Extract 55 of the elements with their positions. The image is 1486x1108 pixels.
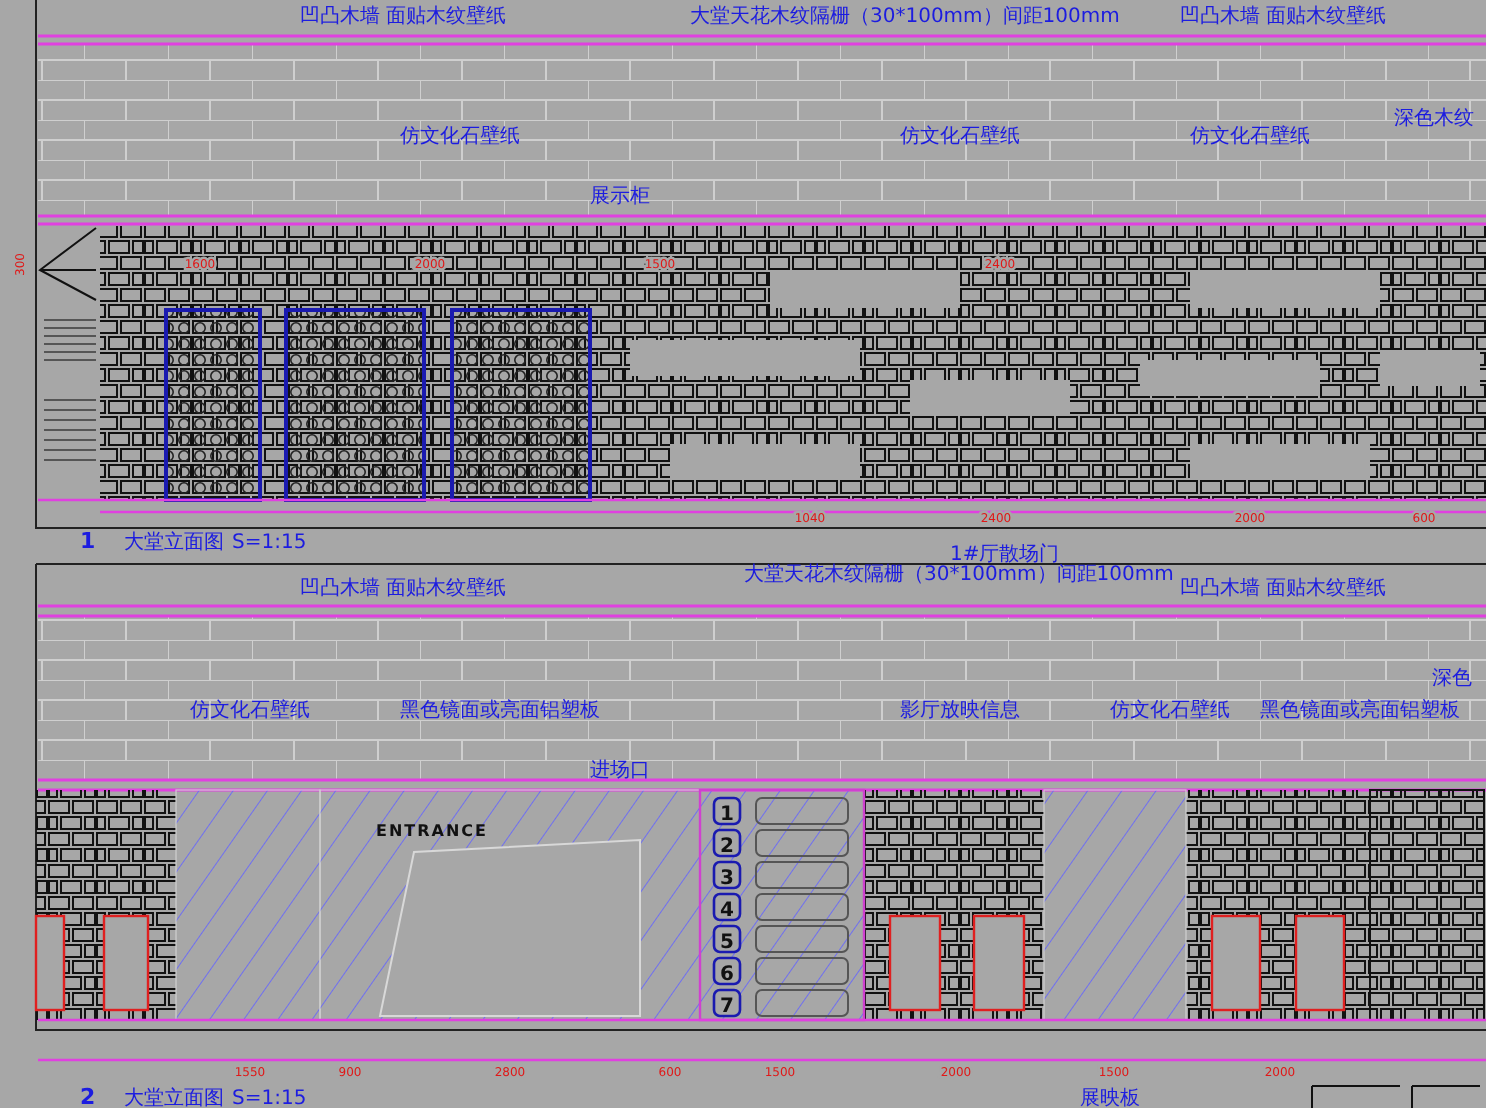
drawing-number: 2: [80, 1084, 96, 1108]
door-outline: [34, 914, 66, 1012]
door-outline: [1294, 914, 1346, 1012]
callout-label: 大堂天花木纹隔栅（30*100mm）间距100mm: [744, 564, 1174, 586]
door-outline: [102, 914, 150, 1012]
info-slot: [755, 957, 849, 985]
screen-number: 3: [720, 868, 734, 890]
callout-label: 影厅放映信息: [900, 700, 1020, 722]
screen-number-badge: [712, 860, 742, 890]
callout-label: 展映板: [1080, 1088, 1140, 1108]
info-slot: [755, 893, 849, 921]
callout-label: 黑色镜面或亮面铝塑板: [1260, 700, 1460, 722]
info-slot: [755, 829, 849, 857]
drawing-title: 大堂立面图: [124, 532, 224, 554]
screen-number-badge: [712, 892, 742, 922]
scale-text: S=1:15: [232, 1088, 307, 1108]
door-outline: [888, 914, 942, 1012]
callout-label: 黑色镜面或亮面铝塑板: [400, 700, 600, 722]
callout-label: 深色木纹: [1394, 108, 1474, 130]
door-sign-label: 1#厅散场门: [950, 544, 1060, 566]
drawing-title: 大堂立面图: [124, 1088, 224, 1108]
screen-number: 4: [720, 900, 734, 922]
screen-number-badge: [712, 956, 742, 986]
callout-label: 凹凸木墙 面贴木纹壁纸: [300, 6, 507, 28]
callout-label: 展示柜: [590, 186, 650, 208]
callout-label: 仿文化石壁纸: [1110, 700, 1230, 722]
drawing-number: 1: [80, 528, 96, 554]
info-slot: [755, 797, 849, 825]
callout-label: 凹凸木墙 面贴木纹壁纸: [300, 578, 507, 600]
callout-label: 仿文化石壁纸: [900, 126, 1020, 148]
blank-panel: [1380, 350, 1480, 386]
scale-text: S=1:15: [232, 532, 307, 554]
callout-label: 深色: [1432, 668, 1472, 690]
info-slot: [755, 925, 849, 953]
callout-label: 凹凸木墙 面贴木纹壁纸: [1180, 6, 1387, 28]
screen-number-badge: [712, 924, 742, 954]
callout-label: 大堂天花木纹隔栅（30*100mm）间距100mm: [690, 6, 1120, 28]
screen-number: 2: [720, 836, 734, 858]
callout-label: 凹凸木墙 面贴木纹壁纸: [1180, 578, 1387, 600]
entrance-label: ENTRANCE: [376, 822, 488, 840]
callout-label: 进场口: [590, 760, 650, 782]
callout-label: 仿文化石壁纸: [190, 700, 310, 722]
door-outline: [972, 914, 1026, 1012]
callout-label: 仿文化石壁纸: [400, 126, 520, 148]
info-slot: [755, 861, 849, 889]
callout-label: 仿文化石壁纸: [1190, 126, 1310, 148]
info-slot: [755, 989, 849, 1017]
screen-number: 1: [720, 804, 734, 826]
screen-number: 6: [720, 964, 734, 986]
screen-number-badge: [712, 988, 742, 1018]
screen-number: 7: [720, 996, 734, 1018]
screen-number-badge: [712, 796, 742, 826]
screen-number-badge: [712, 828, 742, 858]
screen-number: 5: [720, 932, 734, 954]
door-outline: [1210, 914, 1262, 1012]
